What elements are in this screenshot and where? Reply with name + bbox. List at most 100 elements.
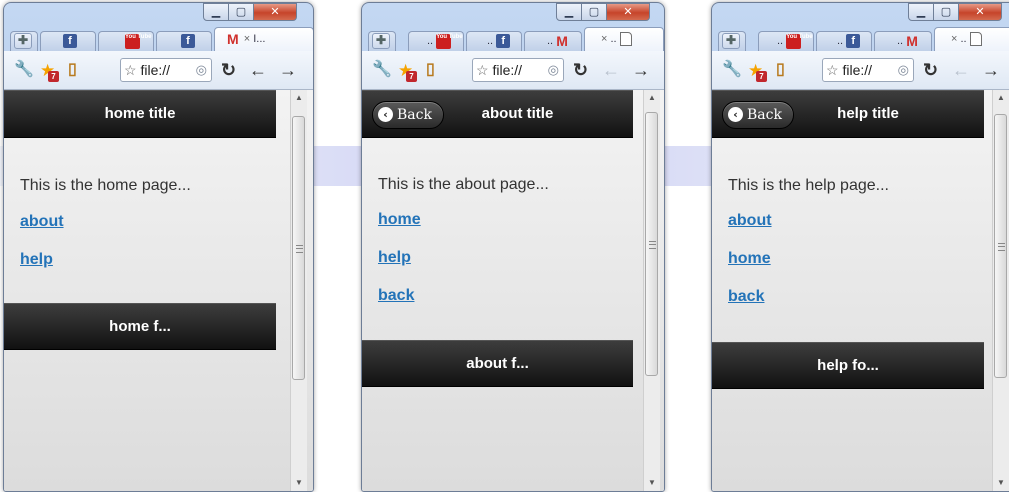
minimize-button[interactable]: ▁ — [203, 3, 229, 21]
bookmark-star-icon[interactable]: ☆ — [826, 62, 839, 78]
tab-facebook[interactable]: .. f — [466, 31, 522, 51]
scrollbar[interactable]: ▲ ▼ — [290, 90, 307, 491]
scrollbar[interactable]: ▲ ▼ — [992, 90, 1009, 491]
tab-close-icon[interactable]: × — [951, 33, 957, 45]
tab-facebook[interactable]: .. f — [816, 31, 872, 51]
tab-ellipsis: .. — [897, 35, 904, 47]
page-viewport: home title This is the home page... abou… — [4, 90, 313, 491]
close-window-button[interactable]: ✕ — [606, 3, 650, 21]
new-tab-icon: ✚ — [722, 33, 740, 50]
wrench-icon[interactable]: 🔧 — [14, 62, 34, 78]
tab-close-icon[interactable]: × — [601, 33, 607, 45]
tab-ellipsis: .. — [547, 35, 554, 47]
youtube-icon: You Tube — [786, 33, 813, 49]
reload-icon[interactable]: ↻ — [923, 61, 938, 79]
back-arrow-icon[interactable]: ← — [952, 61, 970, 79]
extension-badge[interactable]: ★ 7 — [40, 61, 59, 82]
tab-ellipsis: .. — [777, 35, 784, 47]
back-arrow-icon[interactable]: ← — [602, 61, 620, 79]
clipboard-icon[interactable]: ▯ — [426, 62, 435, 78]
scroll-up-icon[interactable]: ▲ — [993, 90, 1009, 106]
close-window-button[interactable]: ✕ — [958, 3, 1002, 21]
scroll-down-icon[interactable]: ▼ — [993, 475, 1009, 491]
intro-text: This is the help page... — [728, 177, 889, 194]
scrollbar-thumb[interactable] — [645, 112, 658, 376]
clipboard-icon[interactable]: ▯ — [776, 62, 785, 78]
extension-badge[interactable]: ★ 7 — [748, 61, 767, 82]
scroll-down-icon[interactable]: ▼ — [644, 475, 660, 491]
scroll-down-icon[interactable]: ▼ — [291, 475, 307, 491]
wrench-icon[interactable]: 🔧 — [722, 62, 742, 78]
address-bar[interactable]: ☆ file:// ◎ — [120, 58, 212, 82]
page-footer: help fo... — [712, 342, 984, 389]
link-home[interactable]: home — [378, 211, 421, 229]
tab-ellipsis: .. — [610, 33, 617, 45]
tab-youtube[interactable]: .. You Tube — [758, 31, 814, 51]
forward-arrow-icon[interactable]: → — [279, 61, 297, 79]
facebook-icon: f — [496, 34, 511, 49]
maximize-button[interactable]: ▢ — [581, 3, 607, 21]
scroll-up-icon[interactable]: ▲ — [291, 90, 307, 106]
new-tab-button[interactable]: ✚ — [718, 31, 746, 51]
scrollbar[interactable]: ▲ ▼ — [643, 90, 660, 491]
new-tab-button[interactable]: ✚ — [10, 31, 38, 51]
bookmark-star-icon[interactable]: ☆ — [124, 62, 137, 78]
page-content: This is the about page... home help back — [378, 90, 618, 320]
tab-gmail[interactable]: .. M — [874, 31, 932, 51]
link-about[interactable]: about — [20, 213, 64, 231]
address-bar[interactable]: ☆ file:// ◎ — [472, 58, 564, 82]
url-text: file:// — [140, 62, 171, 78]
back-arrow-icon[interactable]: ← — [249, 61, 267, 79]
minimize-button[interactable]: ▁ — [556, 3, 582, 21]
badge-count: 7 — [48, 71, 59, 82]
tab-active[interactable]: × .. — [934, 27, 1009, 51]
close-window-button[interactable]: ✕ — [253, 3, 297, 21]
link-help[interactable]: help — [20, 251, 53, 269]
reload-icon[interactable]: ↻ — [221, 61, 236, 79]
link-home[interactable]: home — [728, 250, 771, 268]
page-content: This is the help page... about home back — [728, 90, 968, 320]
forward-arrow-icon[interactable]: → — [982, 61, 1000, 79]
scrollbar-thumb[interactable] — [994, 114, 1007, 378]
page-content: This is the home page... about help — [20, 90, 260, 310]
gmail-icon: M — [556, 33, 568, 50]
intro-text: This is the home page... — [20, 177, 191, 194]
forward-arrow-icon[interactable]: → — [632, 61, 650, 79]
tab-active[interactable]: × .. — [584, 27, 664, 51]
page-footer: home f... — [4, 303, 276, 350]
tab-facebook-2[interactable]: f — [156, 31, 212, 51]
scroll-grip — [296, 245, 303, 253]
youtube-icon: You Tube — [125, 33, 151, 49]
minimize-button[interactable]: ▁ — [908, 3, 934, 21]
reload-icon[interactable]: ↻ — [573, 61, 588, 79]
new-tab-icon: ✚ — [14, 33, 32, 50]
tab-youtube[interactable]: You Tube — [98, 31, 154, 51]
link-help[interactable]: help — [378, 249, 411, 267]
page-viewport: ‹ Back about title This is the about page… — [362, 90, 664, 491]
address-bar[interactable]: ☆ file:// ◎ — [822, 58, 914, 82]
tab-youtube[interactable]: .. You Tube — [408, 31, 464, 51]
globe-icon: ◎ — [195, 62, 207, 77]
bookmark-star-icon[interactable]: ☆ — [476, 62, 489, 78]
tab-close-icon[interactable]: × — [244, 33, 250, 45]
maximize-button[interactable]: ▢ — [933, 3, 959, 21]
footer-text: home f... — [109, 318, 171, 335]
link-back[interactable]: back — [378, 287, 414, 305]
scroll-grip — [649, 241, 656, 249]
scroll-up-icon[interactable]: ▲ — [644, 90, 660, 106]
extension-badge[interactable]: ★ 7 — [398, 61, 417, 82]
link-back[interactable]: back — [728, 288, 764, 306]
tab-facebook-1[interactable]: f — [40, 31, 96, 51]
tab-active[interactable]: M × I... — [214, 27, 313, 51]
wrench-icon[interactable]: 🔧 — [372, 62, 392, 78]
url-text: file:// — [842, 62, 873, 78]
toolbar: 🔧 ★ 7 ▯ ☆ file:// ◎ ↻ ← → — [362, 51, 664, 90]
document-icon — [619, 32, 632, 47]
scrollbar-thumb[interactable] — [292, 116, 305, 380]
new-tab-button[interactable]: ✚ — [368, 31, 396, 51]
maximize-button[interactable]: ▢ — [228, 3, 254, 21]
tab-gmail[interactable]: .. M — [524, 31, 582, 51]
clipboard-icon[interactable]: ▯ — [68, 62, 77, 78]
link-about[interactable]: about — [728, 212, 772, 230]
page-viewport: ‹ Back help title This is the help page..… — [712, 90, 1009, 491]
